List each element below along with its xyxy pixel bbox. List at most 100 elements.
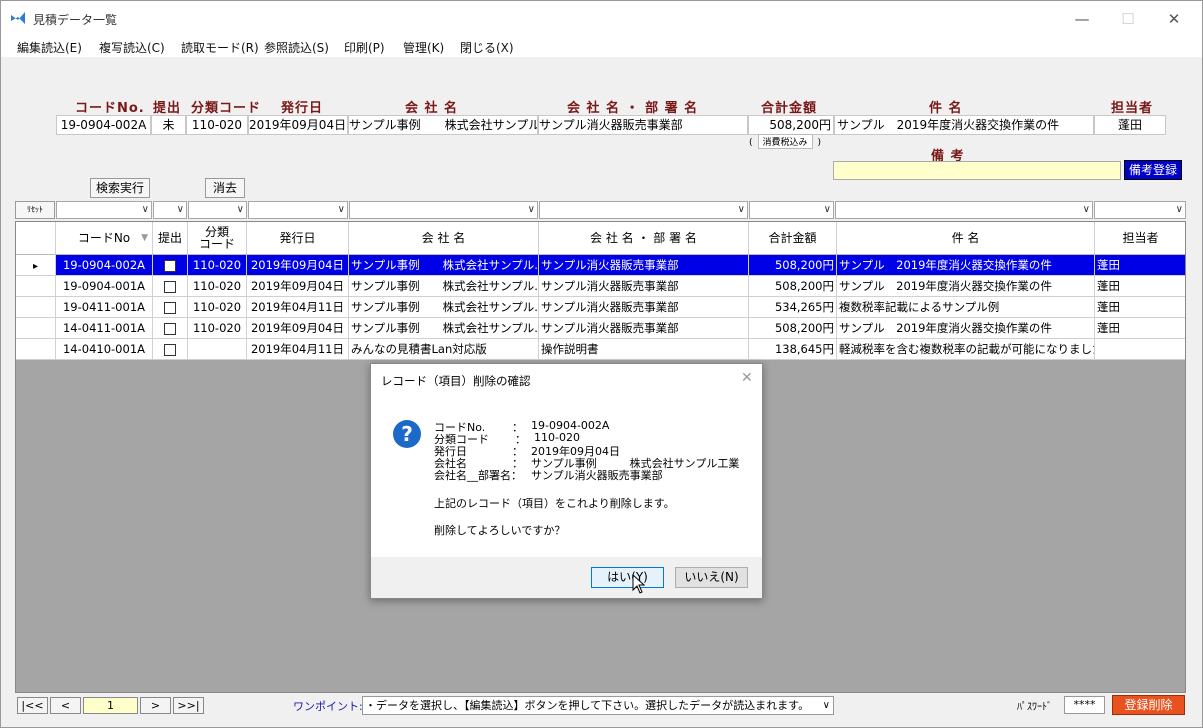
table-row[interactable]: ▸ 19-0904-002A 110-020 2019年09月04日 サンプル事例 株式… (16, 255, 1185, 276)
password-field[interactable]: **** (1064, 696, 1105, 714)
col-header-person[interactable]: 担当者 (1095, 222, 1185, 255)
col-header-submit[interactable]: 提出 (153, 222, 188, 255)
menu-read-mode[interactable]: 読取モード(R) (181, 39, 259, 56)
no-button[interactable]: いいえ(N) (675, 567, 748, 588)
col-header-total[interactable]: 合計金額 (749, 222, 837, 255)
col-header-dept[interactable]: 会 社 名 ・ 部 署 名 (539, 222, 749, 255)
cell-code[interactable]: 14-0410-001A (56, 339, 153, 360)
filter-company[interactable]: ∨ (349, 201, 538, 219)
cell-total[interactable]: 138,645円 (749, 339, 837, 360)
menu-close[interactable]: 閉じる(X) (460, 39, 514, 56)
cell-company[interactable]: サンプル事例 株式会社サンプル... (349, 255, 539, 276)
table-row[interactable]: 19-0904-001A 110-020 2019年09月04日 サンプル事例 株式会… (16, 276, 1185, 297)
table-row[interactable]: 19-0411-001A 110-020 2019年04月11日 サンプル事例 株式会… (16, 297, 1185, 318)
remarks-register-button[interactable]: 備考登録 (1124, 160, 1182, 180)
cell-category[interactable]: 110-020 (188, 297, 247, 318)
field-total[interactable]: 508,200円 (748, 115, 834, 135)
filter-total[interactable]: ∨ (749, 201, 834, 219)
close-button[interactable]: ✕ (1154, 7, 1194, 31)
cell-code[interactable]: 14-0411-001A (56, 318, 153, 339)
cell-category[interactable]: 110-020 (188, 318, 247, 339)
remarks-field[interactable] (833, 161, 1121, 180)
cell-dept[interactable]: 操作説明書 (539, 339, 749, 360)
submit-checkbox[interactable] (153, 339, 188, 360)
row-header[interactable] (16, 318, 56, 339)
cell-company[interactable]: サンプル事例 株式会社サンプル... (349, 276, 539, 297)
field-company-dept[interactable]: サンプル消火器販売事業部 (538, 115, 748, 135)
col-header-company[interactable]: 会 社 名 (349, 222, 539, 255)
cell-subject[interactable]: 軽減税率を含む複数税率の記載が可能になりました (837, 339, 1095, 360)
hint-dropdown[interactable]: ・データを選択し、【編集読込】ボタンを押して下さい。選択したデータが読込まれます… (362, 696, 834, 715)
cell-code[interactable]: 19-0411-001A (56, 297, 153, 318)
cell-total[interactable]: 508,200円 (749, 276, 837, 297)
col-header-code[interactable]: コードNo ▼ (56, 222, 153, 255)
cell-date[interactable]: 2019年04月11日 (247, 297, 349, 318)
row-header[interactable] (16, 276, 56, 297)
cell-dept[interactable]: サンプル消火器販売事業部 (539, 255, 749, 276)
cell-subject[interactable]: サンプル 2019年度消火器交換作業の件 (837, 318, 1095, 339)
cell-person[interactable]: 蓬田 (1095, 318, 1185, 339)
menu-copy-load[interactable]: 複写読込(C) (99, 39, 165, 56)
cell-person[interactable]: 蓬田 (1095, 255, 1185, 276)
dialog-close-icon[interactable]: ✕ (741, 370, 753, 386)
submit-checkbox[interactable] (153, 318, 188, 339)
cell-total[interactable]: 508,200円 (749, 318, 837, 339)
field-subject[interactable]: サンプル 2019年度消火器交換作業の件 (834, 115, 1094, 135)
cell-subject[interactable]: サンプル 2019年度消火器交換作業の件 (837, 276, 1095, 297)
cell-subject[interactable]: 複数税率記載によるサンプル例 (837, 297, 1095, 318)
cell-company[interactable]: サンプル事例 株式会社サンプル... (349, 318, 539, 339)
maximize-button[interactable]: ☐ (1108, 7, 1148, 31)
col-header-date[interactable]: 発行日 (247, 222, 349, 255)
field-code-no[interactable]: 19-0904-002A (56, 115, 151, 135)
cell-code[interactable]: 19-0904-002A (56, 255, 153, 276)
row-header[interactable]: ▸ (16, 255, 56, 276)
cell-date[interactable]: 2019年09月04日 (247, 318, 349, 339)
delete-record-button[interactable]: 登録削除 (1112, 695, 1185, 715)
cell-subject[interactable]: サンプル 2019年度消火器交換作業の件 (837, 255, 1095, 276)
cell-category[interactable]: 110-020 (188, 255, 247, 276)
submit-checkbox[interactable] (153, 276, 188, 297)
cell-dept[interactable]: サンプル消火器販売事業部 (539, 297, 749, 318)
cell-company[interactable]: みんなの見積書Lan対応版 (349, 339, 539, 360)
field-category-code[interactable]: 110-020 (186, 115, 248, 135)
last-page-button[interactable]: >>| (173, 697, 204, 714)
yes-button[interactable]: はい(Y) (591, 567, 664, 588)
submit-checkbox[interactable] (153, 255, 188, 276)
filter-dept[interactable]: ∨ (539, 201, 748, 219)
field-company[interactable]: サンプル事例 株式会社サンプル (348, 115, 538, 135)
cell-company[interactable]: サンプル事例 株式会社サンプル... (349, 297, 539, 318)
cell-category[interactable]: 110-020 (188, 276, 247, 297)
menu-manage[interactable]: 管理(K) (403, 39, 444, 56)
filter-person[interactable]: ∨ (1094, 201, 1186, 219)
table-row[interactable]: 14-0410-001A 2019年04月11日 みんなの見積書Lan対応版 操作説明… (16, 339, 1185, 360)
menu-reference-load[interactable]: 参照読込(S) (264, 39, 329, 56)
cell-person[interactable]: 蓬田 (1095, 297, 1185, 318)
cell-total[interactable]: 508,200円 (749, 255, 837, 276)
cell-dept[interactable]: サンプル消火器販売事業部 (539, 276, 749, 297)
cell-code[interactable]: 19-0904-001A (56, 276, 153, 297)
field-issue-date[interactable]: 2019年09月04日 (248, 115, 348, 135)
filter-subject[interactable]: ∨ (835, 201, 1093, 219)
next-page-button[interactable]: > (140, 697, 171, 714)
filter-date[interactable]: ∨ (248, 201, 348, 219)
search-button[interactable]: 検索実行 (90, 178, 150, 198)
first-page-button[interactable]: |<< (17, 697, 48, 714)
cell-total[interactable]: 534,265円 (749, 297, 837, 318)
cell-person[interactable]: 蓬田 (1095, 276, 1185, 297)
col-header-category[interactable]: 分類 コード (188, 222, 247, 255)
col-header-subject[interactable]: 件 名 (837, 222, 1095, 255)
cell-dept[interactable]: サンプル消火器販売事業部 (539, 318, 749, 339)
page-number-field[interactable]: 1 (83, 697, 138, 714)
row-header[interactable] (16, 297, 56, 318)
cell-date[interactable]: 2019年09月04日 (247, 276, 349, 297)
cell-date[interactable]: 2019年04月11日 (247, 339, 349, 360)
filter-submit[interactable]: ∨ (153, 201, 187, 219)
filter-code-no[interactable]: ∨ (56, 201, 152, 219)
row-header[interactable] (16, 339, 56, 360)
prev-page-button[interactable]: < (50, 697, 81, 714)
reset-button[interactable]: ﾘｾｯﾄ (15, 201, 55, 219)
field-person[interactable]: 蓬田 (1094, 115, 1166, 135)
cell-date[interactable]: 2019年09月04日 (247, 255, 349, 276)
table-row[interactable]: 14-0411-001A 110-020 2019年09月04日 サンプル事例 株式会… (16, 318, 1185, 339)
menu-print[interactable]: 印刷(P) (344, 39, 385, 56)
